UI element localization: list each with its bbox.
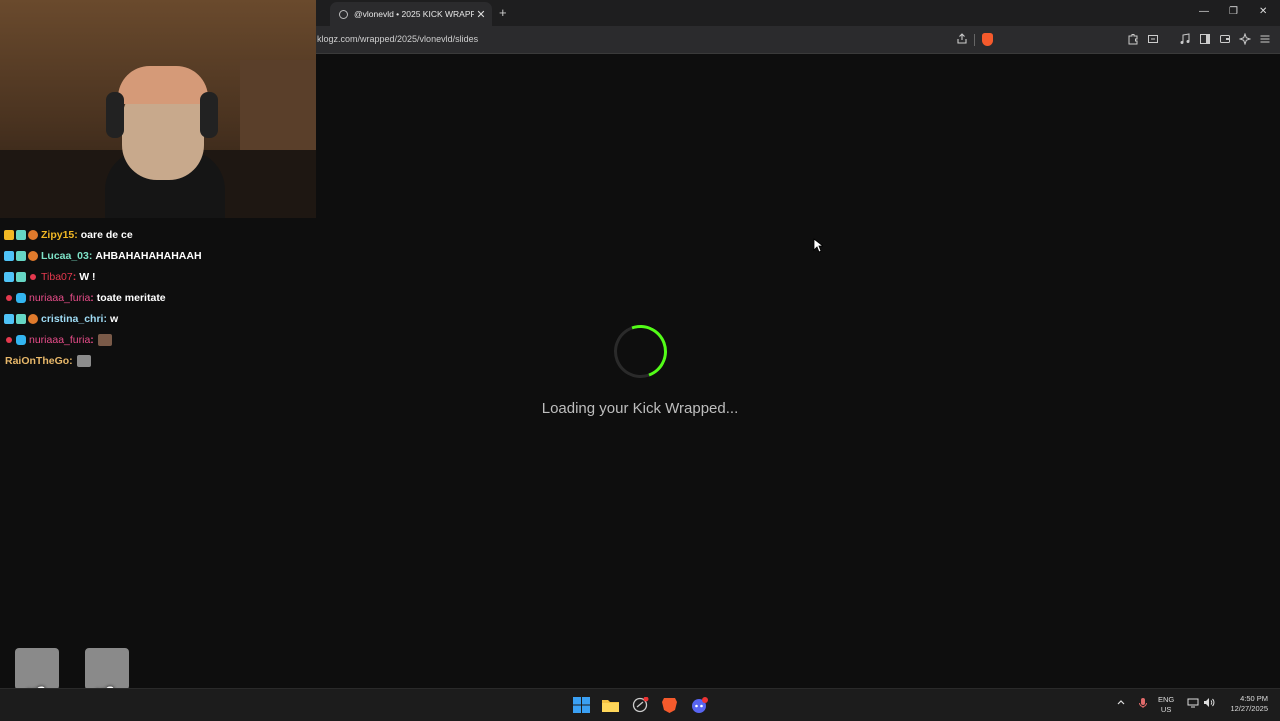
sword-badge-icon <box>4 271 14 282</box>
subscriber-badge-icon <box>16 229 26 240</box>
close-window-button[interactable]: ✕ <box>1259 6 1267 17</box>
webcam-overlay <box>0 0 316 218</box>
menu-icon[interactable] <box>1259 33 1271 48</box>
dot-badge-icon <box>6 294 12 301</box>
chat-message: nuriaaa_furia: <box>4 329 314 350</box>
gem-badge-icon <box>16 334 26 345</box>
subscriber-badge-icon <box>16 313 26 324</box>
headset-icon <box>200 92 218 138</box>
restore-button[interactable]: ❐ <box>1229 6 1238 17</box>
sidebar-icon[interactable] <box>1199 33 1211 48</box>
tab-close-button[interactable]: ✕ <box>474 8 488 21</box>
language-indicator[interactable]: ENG US <box>1158 695 1174 715</box>
page-content <box>316 54 1280 688</box>
volume-icon[interactable] <box>1203 697 1215 710</box>
url-field[interactable]: klogz.com/wrapped/2025/vlonevld/slides <box>317 34 478 44</box>
minimize-button[interactable]: — <box>1199 6 1209 17</box>
clock[interactable]: 4:50 PM 12/27/2025 <box>1222 694 1268 714</box>
keyboard-layout: US <box>1160 705 1172 714</box>
extensions-icon[interactable] <box>1127 33 1139 48</box>
windows-start-icon[interactable] <box>573 697 590 713</box>
sword-badge-icon <box>4 250 14 261</box>
chat-username: nuriaaa_furia <box>29 333 91 346</box>
chat-text: W ! <box>79 270 96 283</box>
subscriber-badge-icon <box>16 250 26 261</box>
share-icon[interactable] <box>956 33 968 48</box>
gifter-badge-icon <box>28 250 38 261</box>
gifter-badge-icon <box>28 229 38 240</box>
windows-taskbar: ENG US 4:50 PM 12/27/2025 <box>0 688 1280 721</box>
gifter-badge-icon <box>28 313 38 324</box>
dot-badge-icon <box>6 336 12 343</box>
chat-colon: : <box>88 249 93 262</box>
wallet-icon[interactable] <box>1147 33 1159 48</box>
chat-colon: : <box>69 354 73 367</box>
microphone-icon[interactable] <box>1138 697 1148 711</box>
app-icon[interactable] <box>632 696 649 713</box>
headset-icon <box>106 92 124 138</box>
chat-colon: : <box>90 291 94 304</box>
chat-colon: : <box>72 270 77 283</box>
chat-colon: : <box>103 312 107 325</box>
chat-colon: : <box>74 228 78 241</box>
chat-username: RaiOnTheGo <box>5 354 70 367</box>
chat-message: nuriaaa_furia: toate meritate <box>4 287 314 308</box>
subscriber-badge-icon <box>16 271 26 282</box>
chat-message: RaiOnTheGo: <box>4 350 314 371</box>
gem-badge-icon <box>16 292 26 303</box>
emote-icon <box>97 333 112 346</box>
emote-icon <box>76 354 91 367</box>
mouse-cursor-icon <box>813 238 825 258</box>
network-icon[interactable] <box>1187 697 1199 710</box>
sword-badge-icon <box>4 313 14 324</box>
clock-date: 12/27/2025 <box>1230 704 1268 713</box>
media-icon[interactable] <box>1179 33 1191 48</box>
chat-username: cristina_chri <box>41 312 104 325</box>
chat-username: Tiba07 <box>41 270 73 283</box>
chat-text: w <box>109 312 119 325</box>
chat-username: Zipy15 <box>41 228 75 241</box>
chat-message: Tiba07: W ! <box>4 266 314 287</box>
file-explorer-icon[interactable] <box>602 697 619 713</box>
chat-username: Lucaa_03 <box>41 249 89 262</box>
brave-shield-icon[interactable] <box>982 33 993 46</box>
chevron-up-icon[interactable] <box>1116 697 1126 709</box>
chat-text: toate meritate <box>96 291 166 304</box>
chat-message: cristina_chri: w <box>4 308 314 329</box>
brave-browser-icon[interactable] <box>661 697 678 713</box>
address-separator <box>974 34 975 46</box>
chat-text: AHBAHAHAHAHAAH <box>95 249 202 262</box>
discord-icon[interactable] <box>691 697 708 713</box>
chat-text: oare de ce <box>80 228 133 241</box>
chat-message: Zipy15: oare de ce <box>4 224 314 245</box>
crown-badge-icon <box>4 229 14 240</box>
wallet-card-icon[interactable] <box>1219 33 1231 48</box>
chat-username: nuriaaa_furia <box>29 291 91 304</box>
new-tab-button[interactable]: + <box>499 5 507 20</box>
tab-title: @vlonevld • 2025 KICK WRAPPED <box>354 9 474 19</box>
language-code: ENG <box>1158 695 1175 704</box>
loading-text: Loading your Kick Wrapped... <box>541 400 739 417</box>
chat-message: Lucaa_03: AHBAHAHAHAHAAH <box>4 245 314 266</box>
browser-tab[interactable]: @vlonevld • 2025 KICK WRAPPED ✕ <box>330 2 492 26</box>
globe-icon <box>339 9 348 19</box>
leo-icon[interactable] <box>1238 32 1252 48</box>
streamer-hat <box>118 66 208 104</box>
dot-badge-icon <box>30 273 36 280</box>
clock-time: 4:50 PM <box>1240 694 1268 703</box>
chat-colon: : <box>90 333 94 346</box>
chat-overlay: Zipy15: oare de ce Lucaa_03: AHBAHAHAHAH… <box>4 224 314 371</box>
